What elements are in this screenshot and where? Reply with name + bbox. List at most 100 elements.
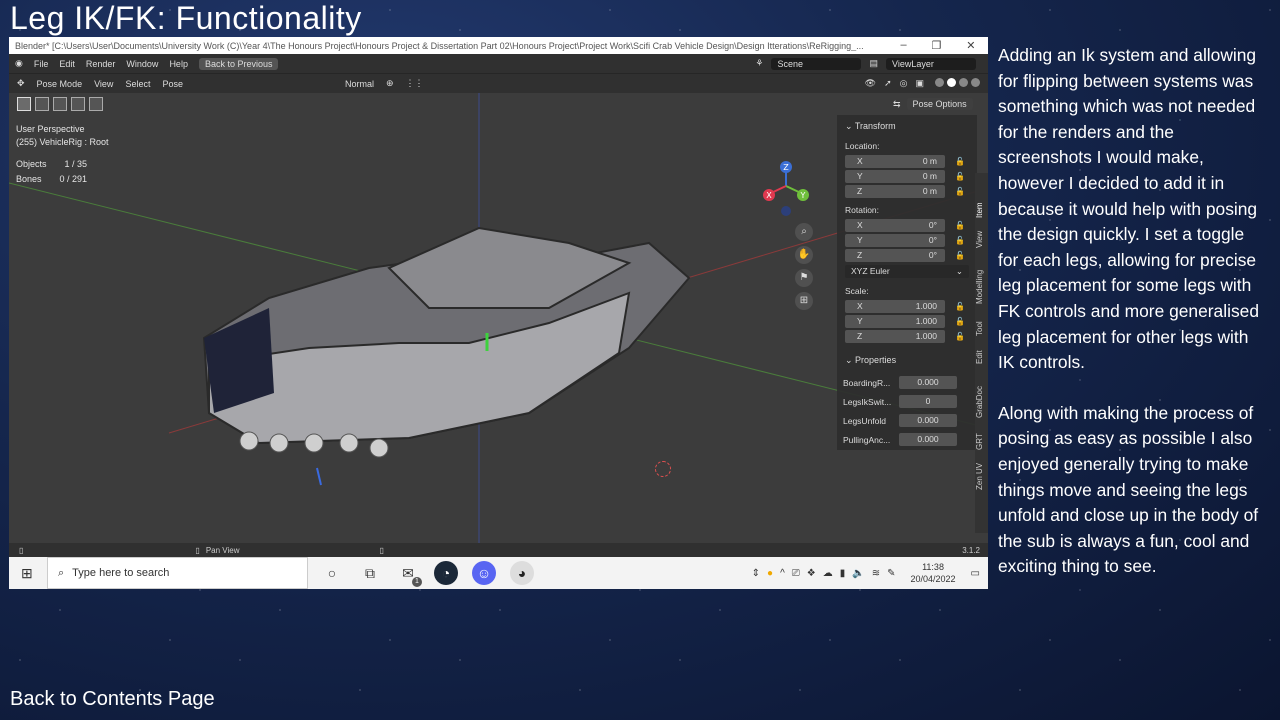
lock-icon[interactable]: 🔓	[955, 302, 965, 311]
taskbar-search[interactable]: ⌕ Type here to search	[47, 557, 308, 589]
header-menu-pose[interactable]: Pose	[162, 79, 183, 89]
cloud-icon[interactable]: ☁	[823, 568, 833, 579]
gizmo-toggle-icon[interactable]: ➚	[884, 78, 892, 89]
select-tool-icon[interactable]	[17, 97, 31, 111]
location-y-field[interactable]: Y0 m	[845, 170, 945, 183]
lock-icon[interactable]: 🔓	[955, 236, 965, 245]
camera-icon[interactable]: ⚑	[795, 269, 813, 287]
transform-header[interactable]: ⌄ Transform	[837, 115, 977, 136]
select-subtract-icon[interactable]	[71, 97, 85, 111]
tray-app-icon[interactable]: ⎚	[792, 568, 800, 579]
battery-icon[interactable]: ▮	[840, 568, 846, 579]
lock-icon[interactable]: 🔓	[955, 187, 965, 196]
3d-cursor-icon[interactable]	[655, 461, 671, 477]
select-invert-icon[interactable]	[89, 97, 103, 111]
tab-edit[interactable]: Edit	[975, 350, 984, 364]
clock-time: 11:38	[922, 562, 944, 572]
slide-title: Leg IK/FK: Functionality	[10, 0, 362, 36]
maximize-icon[interactable]: ❐	[932, 39, 942, 52]
volume-icon[interactable]: 🔈	[852, 568, 864, 579]
property-name: PullingAnc...	[843, 434, 891, 445]
pivot-icon[interactable]: ⊕	[386, 78, 394, 89]
windows-start-icon[interactable]: ⊞	[21, 565, 33, 582]
back-to-contents-link[interactable]: Back to Contents Page	[10, 688, 215, 711]
scale-x-field[interactable]: X 1.000	[845, 300, 945, 313]
property-value-field[interactable]: 0.000	[899, 376, 957, 389]
blender-logo-icon[interactable]: ◉	[15, 58, 23, 69]
scene-field[interactable]: Scene	[771, 57, 862, 70]
header-menu-select[interactable]: Select	[125, 79, 150, 89]
weather-icon[interactable]: ●	[767, 568, 773, 579]
lock-icon[interactable]: 🔓	[955, 157, 965, 166]
wifi-icon[interactable]: ≋	[872, 568, 880, 579]
menu-edit[interactable]: Edit	[59, 59, 75, 69]
menu-help[interactable]: Help	[169, 59, 188, 69]
bones-value: 0 / 291	[59, 174, 88, 184]
select-box-icon[interactable]	[35, 97, 49, 111]
steam-icon[interactable]: ◔	[434, 561, 458, 585]
dropbox-icon[interactable]: ❖	[807, 568, 816, 579]
snap-icon[interactable]: ⋮⋮	[406, 78, 424, 89]
overlay-icon[interactable]: ◎	[900, 78, 908, 89]
xray-icon[interactable]: ▣	[915, 78, 924, 89]
tab-item[interactable]: Item	[975, 202, 984, 218]
rotation-mode-select[interactable]: XYZ Euler ⌄	[845, 265, 969, 278]
menu-render[interactable]: Render	[86, 59, 116, 69]
perspective-label: User Perspective	[16, 124, 85, 134]
location-x-field[interactable]: X0 m	[845, 155, 945, 168]
cortana-icon[interactable]: ○	[320, 561, 344, 585]
mirror-icon[interactable]: ⇆	[893, 99, 901, 110]
grid-view-icon[interactable]: ⊞	[795, 292, 813, 310]
close-icon[interactable]: ✕	[966, 39, 975, 52]
sidebar-tabs: Item View Modelling Tool Edit GrabDoc GR…	[975, 173, 988, 533]
lock-icon[interactable]: 🔓	[955, 221, 965, 230]
pen-icon[interactable]: ✎	[887, 568, 895, 579]
minimize-icon[interactable]: –	[900, 39, 906, 52]
location-z-field[interactable]: Z0 m	[845, 185, 945, 198]
properties-header[interactable]: ⌄ Properties	[837, 349, 977, 370]
zoom-icon[interactable]: ⌕	[795, 223, 813, 241]
select-extend-icon[interactable]	[53, 97, 67, 111]
navigation-gizmo[interactable]: Z Y X	[761, 161, 811, 221]
blender-taskbar-icon[interactable]: ◕	[510, 561, 534, 585]
lock-icon[interactable]: 🔓	[955, 317, 965, 326]
editor-type-icon[interactable]: ✥	[17, 78, 25, 89]
property-value-field[interactable]: 0	[899, 395, 957, 408]
rotation-x-field[interactable]: X 0°	[845, 219, 945, 232]
header-menu-view[interactable]: View	[94, 79, 113, 89]
tab-grt[interactable]: GRT	[975, 433, 984, 450]
tab-grabdoc[interactable]: GrabDoc	[975, 386, 984, 418]
task-view-icon[interactable]: ⧉	[358, 561, 382, 585]
scale-y-field[interactable]: Y 1.000	[845, 315, 945, 328]
tab-zen-uv[interactable]: Zen UV	[975, 463, 984, 490]
property-value-field[interactable]: 0.000	[899, 414, 957, 427]
objects-value: 1 / 35	[64, 159, 88, 169]
rotation-z-field[interactable]: Z 0°	[845, 249, 945, 262]
lock-icon[interactable]: 🔓	[955, 332, 965, 341]
lock-icon[interactable]: 🔓	[955, 172, 965, 181]
tab-view[interactable]: View	[975, 231, 984, 248]
shading-modes[interactable]	[932, 78, 980, 89]
tab-tool[interactable]: Tool	[975, 321, 984, 336]
chevron-up-down-icon[interactable]: ⇕	[752, 568, 760, 579]
pan-hand-icon[interactable]: ✋	[795, 246, 813, 264]
orientation-select[interactable]: Normal	[345, 79, 374, 89]
taskbar-clock[interactable]: 11:38 20/04/2022	[911, 561, 956, 585]
mail-icon[interactable]: ✉ 1	[396, 561, 422, 587]
pose-options-button[interactable]: Pose Options	[906, 98, 973, 110]
scale-z-field[interactable]: Z 1.000	[845, 330, 945, 343]
rotation-y-field[interactable]: Y 0°	[845, 234, 945, 247]
mode-select[interactable]: Pose Mode	[37, 79, 83, 89]
notifications-icon[interactable]: ▭	[971, 568, 980, 579]
lock-icon[interactable]: 🔓	[955, 251, 965, 260]
discord-icon[interactable]: ☺	[472, 561, 496, 585]
property-value-field[interactable]: 0.000	[899, 433, 957, 446]
menu-file[interactable]: File	[34, 59, 49, 69]
back-to-previous-button[interactable]: Back to Previous	[198, 57, 279, 70]
tab-modelling[interactable]: Modelling	[975, 270, 984, 304]
3d-viewport[interactable]: User Perspective (255) VehicleRig : Root…	[9, 93, 988, 543]
view-layer-field[interactable]: ViewLayer	[886, 57, 976, 70]
visibility-icon[interactable]: 👁	[865, 78, 876, 89]
chevron-up-icon[interactable]: ^	[780, 568, 785, 579]
menu-window[interactable]: Window	[126, 59, 158, 69]
